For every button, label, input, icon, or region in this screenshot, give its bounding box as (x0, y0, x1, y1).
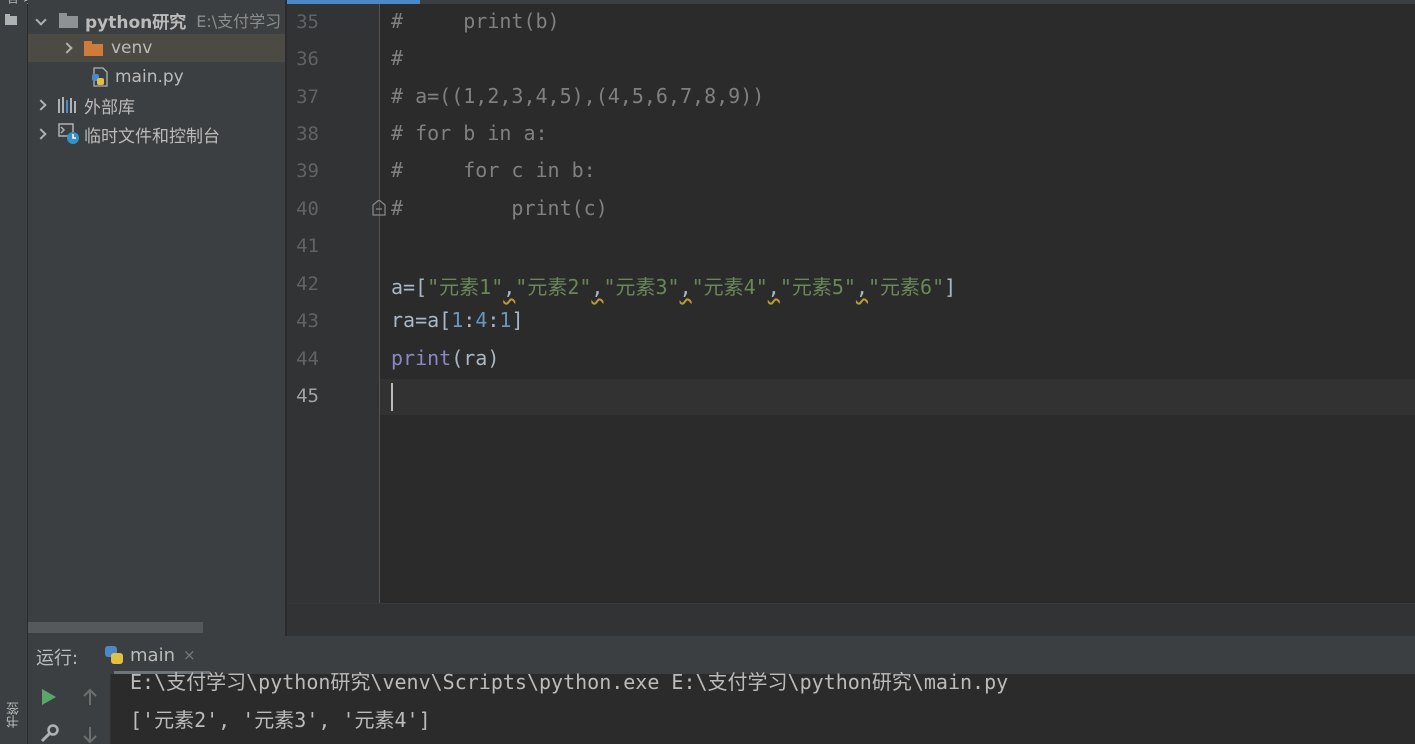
code-line-40: # print(c) (391, 196, 608, 220)
code-line-38: # for b in a: (391, 121, 548, 145)
code-line-39: # for c in b: (391, 158, 596, 182)
run-icon[interactable] (41, 688, 57, 706)
code-text: , (591, 275, 604, 299)
code-text: ] (944, 275, 957, 299)
string-literal: "元素1" (427, 275, 504, 299)
project-horizontal-scrollbar[interactable] (28, 622, 203, 633)
python-icon (105, 646, 123, 664)
code-text: , (767, 275, 780, 299)
chevron-right-icon[interactable] (36, 129, 46, 139)
tree-item-label: 外部库 (84, 97, 135, 118)
library-icon (58, 97, 76, 113)
current-line-highlight (380, 379, 1415, 415)
chevron-down-icon[interactable] (36, 15, 46, 25)
code-text: ] (511, 308, 524, 332)
bookmarks-tool-tab-label: 书签 (7, 702, 22, 728)
scratches-console-icon (58, 123, 79, 144)
line-number-current: 45 (296, 385, 319, 407)
close-icon[interactable]: × (183, 646, 196, 664)
code-text: , (503, 275, 516, 299)
chevron-right-icon[interactable] (36, 100, 46, 110)
line-number: 41 (296, 235, 319, 257)
tree-item-label: 临时文件和控制台 (84, 126, 220, 147)
code-text: , (679, 275, 692, 299)
tree-item-label: venv (111, 38, 153, 58)
code-line-42: a=["元素1","元素2","元素3","元素4","元素5","元素6"] (391, 271, 956, 300)
code-line-35: # print(b) (391, 9, 560, 33)
root-folder-path: E:\支付学习 (196, 12, 282, 31)
string-literal: "元素6" (867, 275, 945, 299)
tool-window-strip: 项目 书签 (0, 0, 35, 744)
line-number: 35 (296, 11, 319, 33)
folder-icon (59, 12, 78, 28)
line-number: 38 (296, 123, 319, 145)
code-text: : (487, 308, 500, 332)
tree-item-main-py[interactable]: main.py (28, 63, 285, 91)
code-text: (ra) (451, 346, 500, 370)
root-folder-name: python研究 (85, 12, 187, 33)
arrow-down-icon[interactable] (82, 726, 98, 744)
project-panel: python研究 E:\支付学习 venv main.py 外部库 临时文件和控… (28, 0, 285, 636)
bookmarks-tool-tab[interactable]: 书签 (0, 700, 26, 744)
code-text: ra=a[ (391, 308, 452, 332)
line-number: 37 (296, 86, 319, 108)
line-number: 39 (296, 160, 319, 182)
code-text: : (463, 308, 476, 332)
code-line-37: # a=((1,2,3,4,5),(4,5,6,7,8,9)) (391, 84, 765, 108)
line-number: 43 (296, 310, 319, 332)
run-toolbar (28, 674, 111, 744)
text-caret (391, 383, 393, 411)
number-literal: 1 (451, 308, 464, 332)
folder-icon (84, 40, 103, 56)
run-tab-label: main (130, 644, 175, 666)
tree-item-scratches[interactable]: 临时文件和控制台 (28, 120, 285, 148)
number-literal: 1 (499, 308, 512, 332)
editor-tab-strip (287, 0, 1415, 4)
console-output-line: ['元素2', '元素3', '元素4'] (130, 708, 431, 732)
console-output-line: E:\支付学习\python研究\venv\Scripts\python.exe… (130, 670, 1009, 694)
editor-bottom-area (287, 603, 1415, 637)
python-file-icon (92, 67, 108, 87)
folder-icon (5, 14, 17, 25)
wrench-icon[interactable] (39, 724, 59, 744)
code-text: a=[ (391, 275, 428, 299)
code-text: , (855, 275, 868, 299)
code-editor[interactable]: 35 36 37 38 39 40 41 42 43 44 45 # print… (287, 0, 1415, 603)
line-number: 36 (296, 48, 319, 70)
string-literal: "元素4" (691, 275, 768, 299)
line-number: 44 (296, 348, 319, 370)
code-line-43: ra=a[1:4:1] (391, 308, 524, 332)
string-literal: "元素3" (603, 275, 680, 299)
fold-marker-icon[interactable] (372, 200, 386, 216)
tree-item-venv[interactable]: venv (28, 34, 285, 62)
arrow-up-icon[interactable] (82, 688, 98, 706)
tree-item-external-libraries[interactable]: 外部库 (28, 91, 285, 119)
number-literal: 4 (475, 308, 488, 332)
gutter-divider (379, 0, 380, 603)
chevron-right-icon[interactable] (62, 43, 72, 53)
run-panel: 运行: main × E:\支付学习\python研究\venv\Scripts… (28, 636, 1415, 744)
tree-item-label: main.py (115, 67, 184, 87)
run-panel-title: 运行: (36, 648, 79, 669)
project-tool-tab[interactable]: 项目 (0, 0, 35, 34)
active-tab-indicator (287, 0, 420, 4)
string-literal: "元素2" (515, 275, 592, 299)
line-number: 40 (296, 198, 319, 220)
line-number: 42 (296, 273, 319, 295)
tree-root[interactable]: python研究 E:\支付学习 (28, 6, 285, 34)
code-line-44: print(ra) (391, 346, 499, 370)
builtin-function: print (391, 346, 452, 370)
string-literal: "元素5" (779, 275, 856, 299)
code-line-36: # (391, 46, 404, 70)
